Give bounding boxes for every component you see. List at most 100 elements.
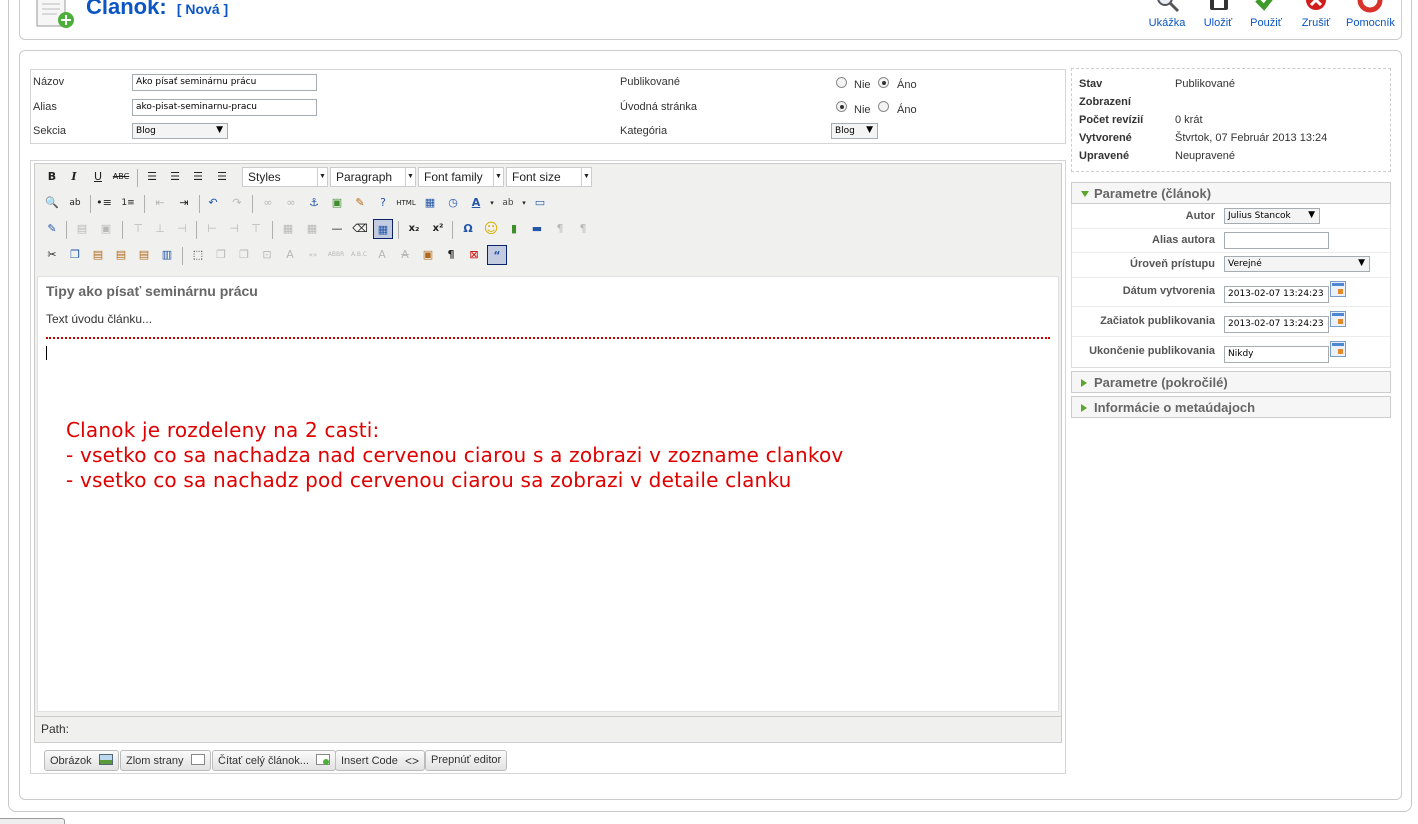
calendar-icon[interactable] — [1330, 281, 1346, 297]
frontpage-no-radio[interactable] — [836, 101, 847, 112]
insert-code-button[interactable]: Insert Code <> — [335, 750, 425, 771]
editor-content-area[interactable] — [37, 276, 1059, 712]
emotions-icon[interactable]: ☺ — [481, 219, 501, 239]
special-char-icon[interactable]: Ω — [458, 219, 478, 239]
access-level-select[interactable]: Verejné ▼ — [1224, 256, 1370, 272]
align-left-icon[interactable]: ☰ — [142, 167, 162, 187]
html-source-icon[interactable]: HTML — [396, 193, 416, 213]
italic-icon[interactable]: I — [64, 167, 84, 187]
table-col-after-icon[interactable]: ⊣ — [224, 219, 244, 239]
replace-icon[interactable]: ab — [65, 193, 85, 213]
align-justify-icon[interactable]: ☰ — [212, 167, 232, 187]
save-button[interactable]: Uložiť — [1194, 0, 1242, 32]
strikethrough-icon[interactable]: ABC — [111, 167, 131, 187]
edit-css-icon[interactable]: ✎ — [42, 219, 62, 239]
blockquote-icon[interactable]: “ — [487, 245, 507, 265]
frontpage-yes-radio[interactable] — [878, 101, 889, 112]
table-delete-col-icon[interactable]: ⊤ — [246, 219, 266, 239]
outdent-icon[interactable]: ⇤ — [150, 193, 170, 213]
published-no-radio[interactable] — [836, 77, 847, 88]
rtl-icon[interactable]: ¶ — [573, 219, 593, 239]
move-forward-icon[interactable]: ❐ — [211, 245, 231, 265]
link-icon[interactable]: ∞ — [258, 193, 278, 213]
calendar-icon[interactable] — [1330, 341, 1346, 357]
copy-icon[interactable]: ❐ — [65, 245, 85, 265]
readmore-button[interactable]: Čítať celý článok... — [212, 750, 337, 771]
table-split-icon[interactable]: ▦ — [278, 219, 298, 239]
superscript-icon[interactable]: x² — [428, 219, 448, 239]
visual-aid-icon[interactable]: ▦ — [373, 219, 393, 239]
cut-icon[interactable]: ✂ — [42, 245, 62, 265]
attributes-icon[interactable]: ▣ — [418, 245, 438, 265]
align-right-icon[interactable]: ☰ — [188, 167, 208, 187]
anchor-icon[interactable]: ⚓ — [304, 193, 324, 213]
insert-layer-icon[interactable]: ▤ — [72, 219, 92, 239]
absolute-icon[interactable]: ▣ — [96, 219, 116, 239]
table-col-before-icon[interactable]: ⊢ — [202, 219, 222, 239]
params-advanced-header[interactable]: Parametre (pokročilé) — [1071, 371, 1391, 393]
font-family-dropdown[interactable]: Font family ▼ — [418, 167, 504, 187]
paste-icon[interactable]: ▤ — [88, 245, 108, 265]
styles-dropdown[interactable]: Styles ▼ — [242, 167, 328, 187]
deletion-icon[interactable]: A — [395, 245, 415, 265]
ltr-icon[interactable]: ¶ — [550, 219, 570, 239]
subscript-icon[interactable]: x₂ — [404, 219, 424, 239]
table-row-after-icon[interactable]: ⊥ — [150, 219, 170, 239]
publish-up-input[interactable]: 2013-02-07 13:24:23 — [1224, 316, 1329, 333]
insert-div-icon[interactable]: ⬚ — [188, 245, 208, 265]
created-date-input[interactable]: 2013-02-07 13:24:23 — [1224, 286, 1329, 303]
insert-image-button[interactable]: Obrázok — [44, 750, 119, 771]
abbr-icon[interactable]: ABBR — [326, 245, 346, 265]
horizontal-rule-icon[interactable]: — — [327, 219, 347, 239]
alias-input[interactable]: ako-pisat-seminarnu-pracu — [132, 99, 317, 116]
insertion-icon[interactable]: A — [372, 245, 392, 265]
font-size-dropdown[interactable]: Font size ▼ — [506, 167, 592, 187]
redo-icon[interactable]: ↷ — [227, 193, 247, 213]
insert-date-icon[interactable]: ▦ — [420, 193, 440, 213]
move-backward-icon[interactable]: ❐ — [234, 245, 254, 265]
style-props-icon[interactable]: ⊡ — [257, 245, 277, 265]
show-blocks-icon[interactable]: ¶ — [441, 245, 461, 265]
publish-down-input[interactable]: Nikdy — [1224, 346, 1329, 363]
cleanup-icon[interactable]: ✎ — [350, 193, 370, 213]
bottom-tab[interactable] — [0, 818, 65, 824]
remove-format-icon[interactable]: ⌫ — [350, 219, 370, 239]
media-icon[interactable]: ▮ — [504, 219, 524, 239]
params-article-header[interactable]: Parametre (článok) — [1071, 182, 1391, 204]
underline-icon[interactable]: U — [88, 167, 108, 187]
bold-icon[interactable]: B — [42, 167, 62, 187]
table-row-before-icon[interactable]: ⊤ — [128, 219, 148, 239]
paragraph-dropdown[interactable]: Paragraph ▼ — [330, 167, 416, 187]
insert-time-icon[interactable]: ◷ — [443, 193, 463, 213]
quote-icon[interactable]: «» — [303, 245, 323, 265]
unlink-icon[interactable]: ∞ — [281, 193, 301, 213]
numbered-list-icon[interactable]: 1≡ — [118, 193, 138, 213]
paste-text-icon[interactable]: ▤ — [111, 245, 131, 265]
image-icon[interactable]: ▣ — [327, 193, 347, 213]
help-icon[interactable]: ? — [373, 193, 393, 213]
title-input[interactable]: Ako písať seminárnu prácu — [132, 74, 317, 91]
author-alias-input[interactable] — [1224, 232, 1329, 249]
category-select[interactable]: Blog ▼ — [831, 123, 878, 139]
preview-button[interactable]: Ukážka — [1143, 0, 1191, 32]
toggle-editor-button[interactable]: Prepnúť editor — [425, 750, 508, 771]
author-select[interactable]: Julius Stancok ▼ — [1224, 208, 1320, 224]
find-icon[interactable]: 🔍 — [42, 193, 62, 213]
table-merge-icon[interactable]: ▦ — [302, 219, 322, 239]
fullscreen-icon[interactable]: ▭ — [530, 193, 550, 213]
calendar-icon[interactable] — [1330, 311, 1346, 327]
cancel-button[interactable]: Zrušiť — [1292, 0, 1340, 32]
help-button[interactable]: Pomocník — [1346, 0, 1395, 32]
indent-icon[interactable]: ⇥ — [174, 193, 194, 213]
undo-icon[interactable]: ↶ — [203, 193, 223, 213]
metadata-header[interactable]: Informácie o metaúdajoch — [1071, 396, 1391, 418]
align-center-icon[interactable]: ☰ — [165, 167, 185, 187]
acronym-icon[interactable]: A.B.C — [349, 245, 369, 265]
select-all-icon[interactable]: ▥ — [157, 245, 177, 265]
published-yes-radio[interactable] — [878, 77, 889, 88]
apply-button[interactable]: Použiť — [1242, 0, 1290, 32]
bullet-list-icon[interactable]: •≡ — [94, 193, 114, 213]
advhr-icon[interactable]: ▬ — [527, 219, 547, 239]
section-select[interactable]: Blog ▼ — [132, 123, 228, 139]
cite-icon[interactable]: A — [280, 245, 300, 265]
